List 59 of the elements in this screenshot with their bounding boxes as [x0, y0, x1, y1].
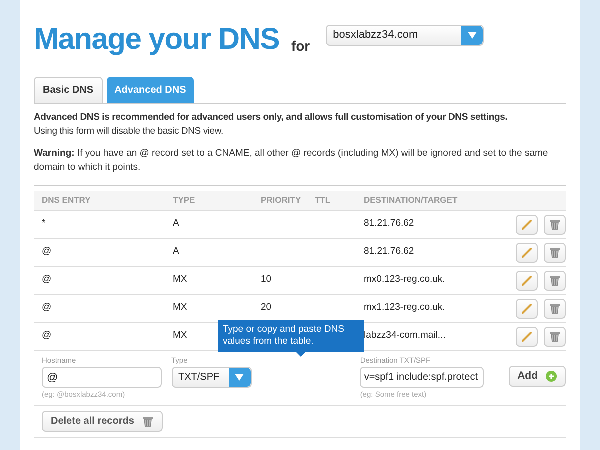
- delete-button[interactable]: [544, 214, 566, 234]
- caret-icon: [468, 32, 477, 39]
- pencil-icon: [521, 218, 533, 230]
- caret-icon: [235, 374, 244, 382]
- table-cell-text: 81.21.76.62: [364, 217, 414, 232]
- tab[interactable]: Basic DNS: [34, 77, 103, 103]
- edit-button[interactable]: [516, 242, 538, 262]
- tooltip-pointer: [296, 352, 306, 357]
- tooltip: Type or copy and paste DNS values from the table.: [218, 320, 364, 352]
- delete-button[interactable]: [544, 242, 566, 262]
- table-cell-text: mx0.123-reg.co.uk.: [364, 273, 446, 288]
- edit-button[interactable]: [516, 270, 538, 290]
- trash-icon: [142, 414, 154, 428]
- table-cell-text: 81.21.76.62: [364, 245, 414, 260]
- page-title: Manage your DNS: [34, 25, 280, 55]
- table-cell-text: @: [42, 273, 52, 288]
- table-cell-text: labzz34-com.mail...: [364, 329, 446, 344]
- pencil-icon: [521, 274, 533, 286]
- table-cell-text: A: [173, 245, 180, 260]
- table-cell-text: MX: [173, 301, 188, 316]
- table-cell-text: @: [42, 301, 52, 316]
- pencil-icon: [521, 246, 533, 258]
- delete-button[interactable]: [544, 326, 566, 346]
- table-cell-text: MX: [173, 273, 188, 288]
- add-button[interactable]: Add: [508, 366, 566, 387]
- trash-icon: [549, 330, 561, 343]
- destination-field[interactable]: v=spf1 include:spf.protect: [360, 367, 484, 388]
- trash-icon: [549, 246, 561, 259]
- column-header: DNS ENTRY: [42, 194, 91, 207]
- trash-icon: [549, 218, 561, 231]
- hostname-field[interactable]: @: [42, 367, 162, 388]
- edit-button[interactable]: [516, 214, 538, 234]
- pencil-icon: [521, 302, 533, 314]
- column-header: PRIORITY: [261, 194, 302, 207]
- column-header: TYPE: [173, 194, 196, 207]
- trash-icon: [549, 274, 561, 287]
- delete-button[interactable]: [544, 270, 566, 290]
- table-cell-text: mx1.123-reg.co.uk.: [364, 301, 446, 316]
- table-cell-text: *: [42, 217, 46, 232]
- intro-text: Advanced DNS is recommended for advanced users only, and allows full customisation of your DNS settings. Using this form will disable the basic DNS view.: [34, 111, 509, 139]
- table-cell-text: 20: [261, 301, 272, 316]
- table-cell-text: 10: [261, 273, 272, 288]
- table-cell-text: A: [173, 217, 180, 232]
- table-cell-text: @: [42, 329, 52, 344]
- for-label: for: [291, 37, 310, 56]
- edit-button[interactable]: [516, 298, 538, 318]
- pencil-icon: [521, 330, 533, 342]
- delete-all-button[interactable]: Delete all records: [42, 410, 164, 432]
- table-cell-text: MX: [173, 329, 188, 344]
- plus-icon: [546, 371, 558, 382]
- trash-icon: [549, 302, 561, 315]
- warning-text: Warning: If you have an @ record set to a CNAME, all other @ records (including MX) will be ignored and set to the same domain to which it points.: [34, 147, 550, 175]
- edit-button[interactable]: [516, 326, 538, 346]
- domain-select[interactable]: bosxlabzz34.com: [326, 25, 484, 46]
- table-cell-text: @: [42, 245, 52, 260]
- type-select[interactable]: TXT/SPF: [172, 367, 252, 388]
- column-header: TTL: [315, 194, 331, 207]
- column-header: DESTINATION/TARGET: [364, 194, 458, 207]
- delete-button[interactable]: [544, 298, 566, 318]
